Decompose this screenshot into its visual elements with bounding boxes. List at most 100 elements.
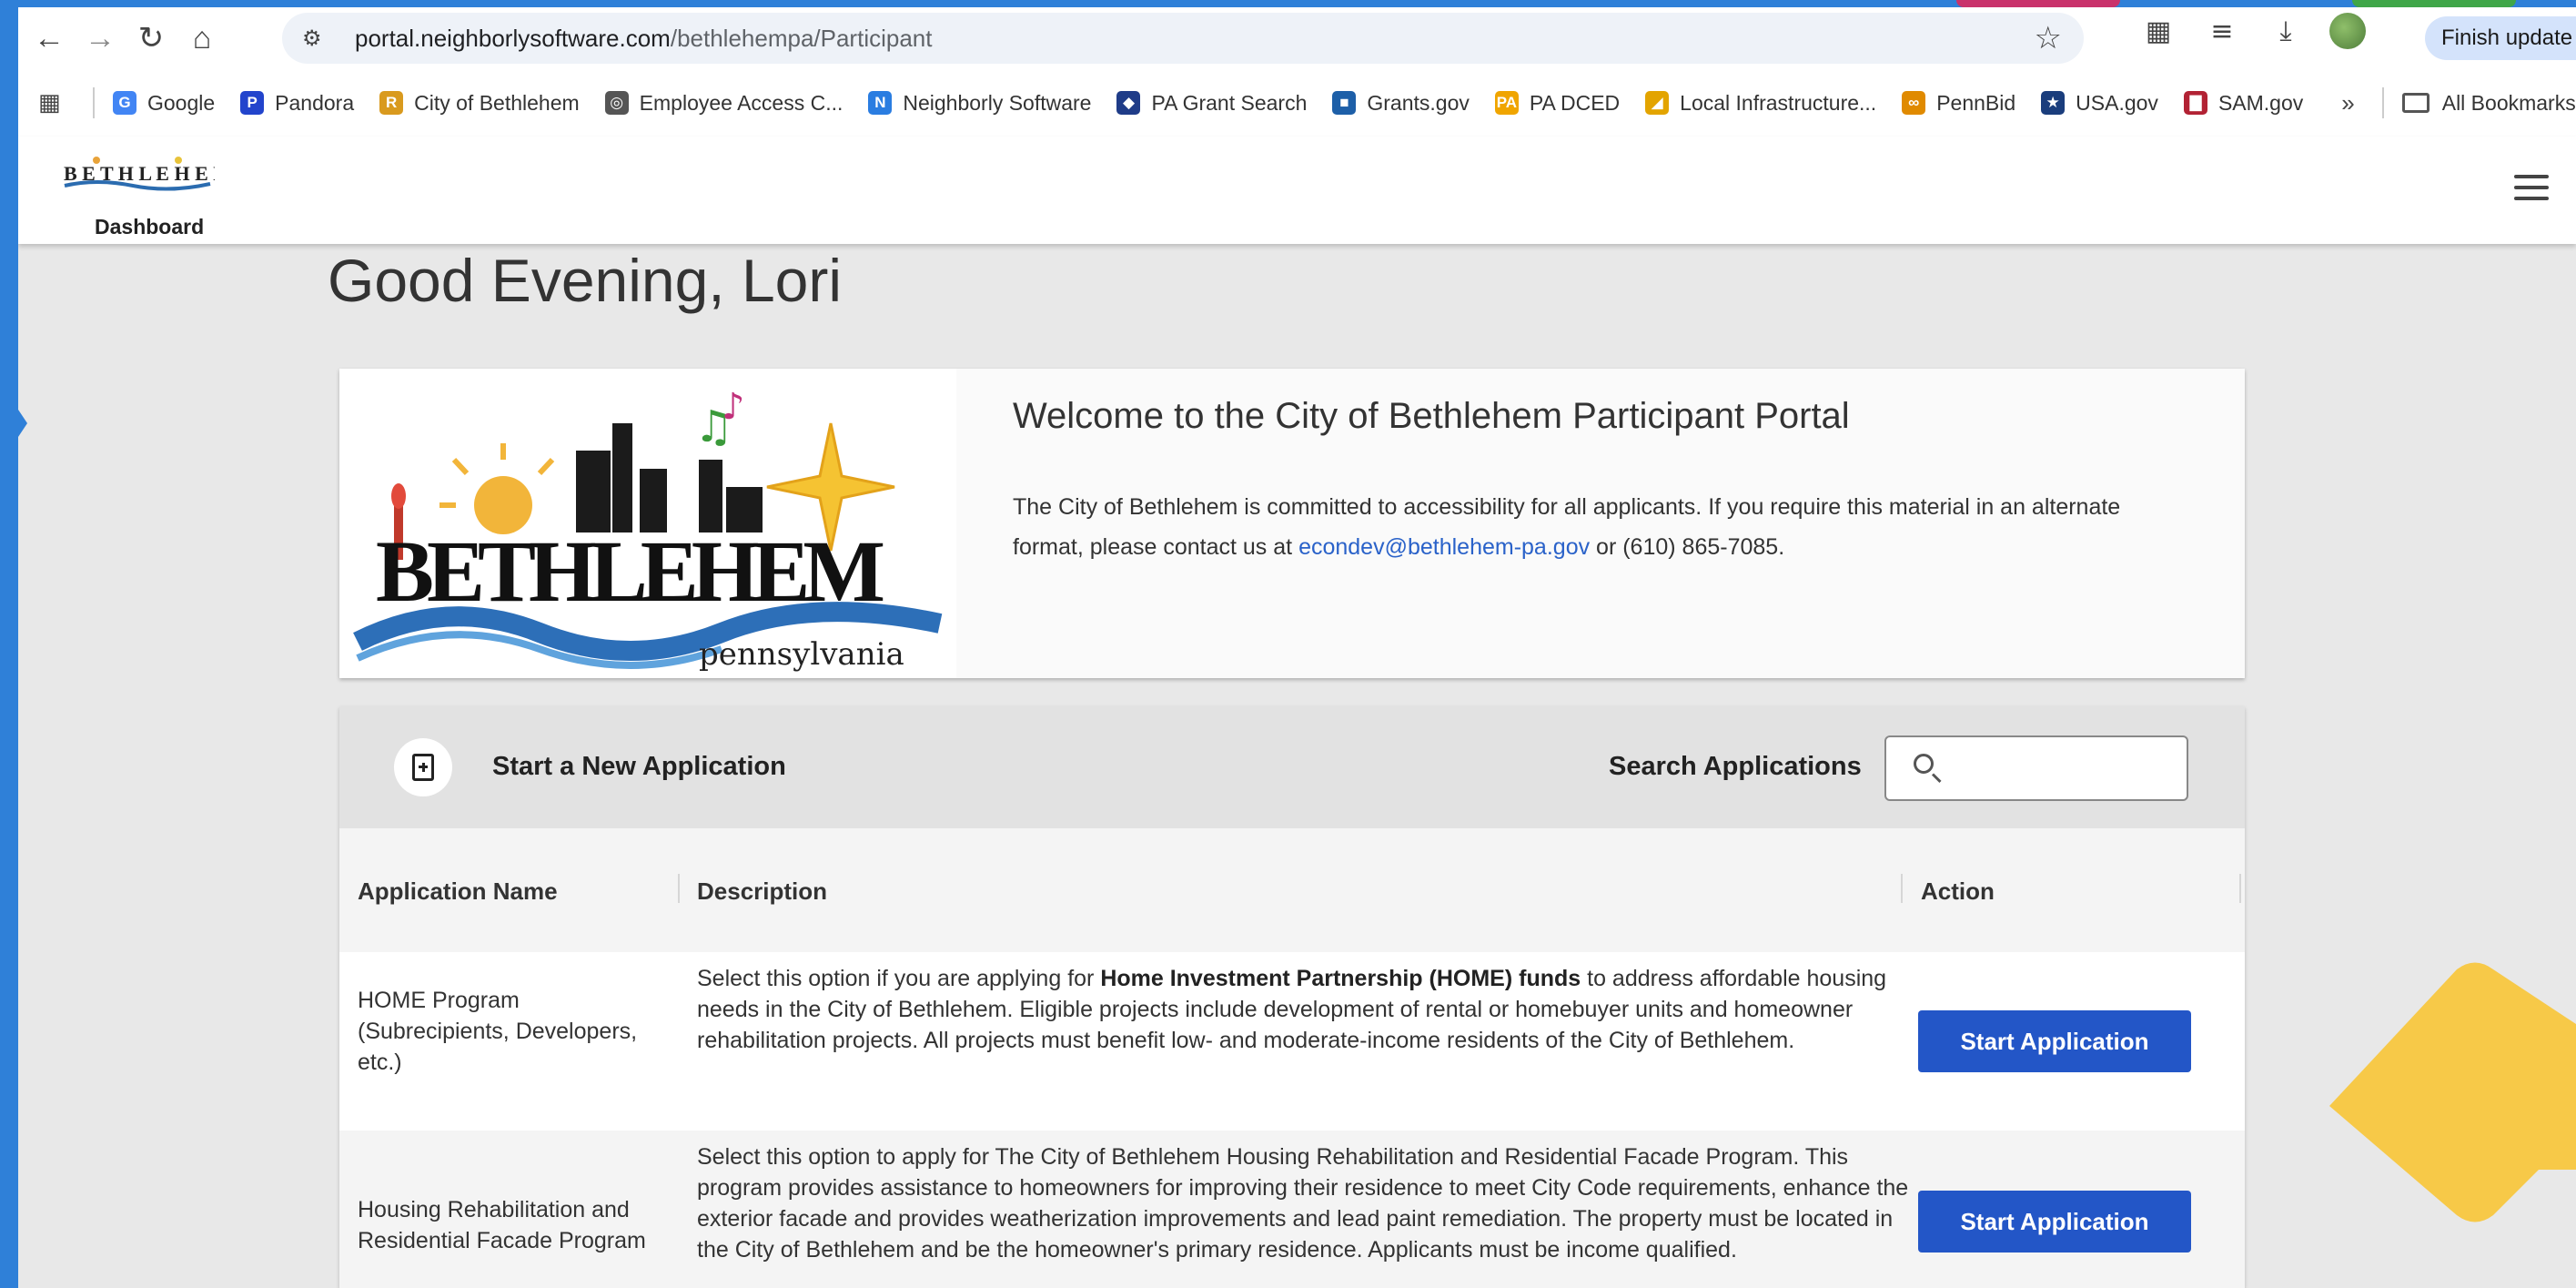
profile-avatar[interactable] [2329, 13, 2366, 49]
top-accent-pill-green [2352, 0, 2516, 7]
bookmark-item[interactable]: ■ Grants.gov [1332, 91, 1470, 116]
bookmark-item[interactable]: ◆ PA Grant Search [1116, 91, 1307, 116]
top-accent-pill-red [1956, 0, 2120, 7]
small-logo-text: B E T H L E H E M [64, 162, 215, 185]
description-bold-text: Home Investment Partnership (HOME) funds [1100, 966, 1581, 991]
bookmark-favicon-icon: PA [1494, 91, 1519, 115]
folder-icon [2401, 93, 2430, 113]
bookmark-item[interactable]: N Neighborly Software [868, 91, 1091, 116]
toolbar-actions: ▦ ≡ ⤓ [2138, 13, 2366, 49]
bookmark-favicon-icon: ★ [2041, 91, 2066, 115]
bookmark-item[interactable]: ∞ PennBid [1902, 91, 2015, 116]
contact-email-link[interactable]: econdev@bethlehem-pa.gov [1298, 534, 1590, 560]
all-bookmarks-folder[interactable]: All Bookmarks [2401, 90, 2576, 116]
applications-panel: Start a New Application Search Applicati… [339, 706, 2245, 1288]
bookmark-label: Grants.gov [1367, 90, 1470, 115]
hamburger-menu-icon[interactable] [2514, 175, 2549, 208]
bookmark-favicon-icon: R [379, 91, 404, 115]
download-icon[interactable]: ⤓ [2266, 15, 2306, 47]
svg-text:♪: ♪ [722, 386, 745, 428]
bethlehem-pennsylvania-logo: ♫ ♪ BETHLEHEM pennsylvania [339, 369, 956, 678]
bookmark-item[interactable]: PA PA DCED [1494, 91, 1620, 116]
bookmark-favicon-icon: N [868, 91, 893, 115]
address-url[interactable]: portal.neighborlysoftware.com/bethlehemp… [355, 25, 932, 53]
welcome-title: Welcome to the City of Bethlehem Partici… [1013, 396, 1850, 436]
bookmark-item[interactable]: ★ USA.gov [2041, 91, 2158, 116]
url-path: /bethlehempa/Participant [670, 24, 933, 52]
extensions-icon[interactable]: ▦ [2138, 15, 2178, 47]
application-description-cell: Select this option to apply for The City… [697, 1141, 1916, 1265]
greeting-heading: Good Evening, Lori [328, 247, 843, 314]
back-arrow-icon[interactable]: ← [24, 13, 75, 64]
all-bookmarks-label: All Bookmarks [2441, 90, 2576, 115]
new-application-icon[interactable] [394, 738, 452, 796]
column-divider [1901, 874, 1903, 903]
bookmark-label: Google [147, 90, 216, 115]
bookmark-list: G Google P Pandora R City of Bethlehem ◎ Employ… [113, 91, 2329, 116]
application-name-cell: HOME Program (Subrecipients, Developers,… [358, 988, 638, 1075]
description-text: Select this option if you are applying f… [697, 966, 1101, 991]
bookmark-favicon-icon: ◆ [1116, 91, 1141, 115]
application-description-cell: Select this option if you are applying f… [697, 963, 1916, 1056]
frame-top-border [0, 0, 2576, 7]
url-host: portal.neighborlysoftware.com [355, 24, 671, 52]
bookmark-label: USA.gov [2076, 90, 2158, 115]
browser-toolbar: ← → ↻ ⌂ ⚙ portal.neighborlysoftware.com/… [18, 7, 2576, 69]
bookmarks-separator [93, 87, 95, 118]
bookmark-label: PA Grant Search [1151, 90, 1308, 115]
start-application-button[interactable]: Start Application [1918, 1191, 2191, 1253]
table-header: Application Name Description Action [339, 828, 2245, 953]
apps-grid-icon[interactable]: ▦ [38, 89, 75, 117]
column-header-action[interactable]: Action [1921, 877, 1995, 906]
add-document-icon [412, 754, 434, 781]
bookmark-item[interactable]: ▇ SAM.gov [2183, 90, 2304, 116]
description-text: Select this option to apply for The City… [697, 1144, 1909, 1263]
bookmark-item[interactable]: ◎ Employee Access C... [604, 90, 844, 116]
bookmark-favicon-icon: ■ [1332, 91, 1357, 115]
bookmark-label: Neighborly Software [903, 90, 1092, 115]
bookmark-item[interactable]: G Google [113, 91, 215, 116]
start-new-application-link[interactable]: Start a New Application [492, 752, 786, 782]
column-divider [678, 874, 680, 903]
forward-arrow-icon[interactable]: → [75, 13, 126, 64]
bookmark-favicon-icon: ◎ [604, 91, 629, 115]
bookmark-item[interactable]: R City of Bethlehem [379, 91, 580, 116]
more-bookmarks-chevron-icon[interactable]: » [2341, 89, 2354, 117]
bookmark-label: City of Bethlehem [414, 90, 580, 115]
reload-icon[interactable]: ↻ [126, 13, 177, 64]
column-header-application-name[interactable]: Application Name [358, 877, 558, 906]
frame-arrow-notch [0, 382, 27, 464]
address-bar[interactable]: ⚙ portal.neighborlysoftware.com/bethlehe… [282, 13, 2084, 64]
applications-toolbar: Start a New Application Search Applicati… [339, 706, 2245, 828]
bookmark-item[interactable]: P Pandora [240, 91, 354, 116]
application-name-cell: Housing Rehabilitation and Residential F… [358, 1197, 646, 1253]
search-box[interactable] [1884, 735, 2188, 801]
bookmarks-separator [2381, 87, 2384, 118]
bookmark-favicon-icon: ∞ [1902, 91, 1926, 115]
home-icon[interactable]: ⌂ [177, 13, 227, 64]
bookmark-favicon-icon: G [113, 91, 136, 115]
frame-left-border [0, 0, 18, 1288]
bookmark-item[interactable]: ◢ Local Infrastructure... [1645, 91, 1876, 116]
bookmark-star-icon[interactable]: ☆ [2035, 20, 2062, 56]
logo-subtitle: pennsylvania [699, 636, 904, 673]
dashboard-label[interactable]: Dashboard [95, 215, 204, 239]
column-header-description[interactable]: Description [697, 877, 827, 906]
app-header: B E T H L E H E M Dashboard [18, 137, 2576, 244]
welcome-text-after: or (610) 865-7085. [1590, 534, 1785, 560]
bookmark-label: Pandora [275, 90, 355, 115]
bookmark-label: Local Infrastructure... [1680, 90, 1877, 115]
bookmark-favicon-icon: ▇ [2183, 91, 2207, 115]
search-input[interactable] [1950, 750, 2181, 788]
bookmark-label: SAM.gov [2217, 90, 2304, 115]
start-application-button[interactable]: Start Application [1918, 1010, 2191, 1072]
finish-update-button[interactable]: Finish update ⋮ [2425, 16, 2576, 60]
bookmarks-bar: ▦ G Google P Pandora R City of Bethlehem ◎ Empl… [18, 69, 2576, 137]
site-settings-icon[interactable]: ⚙ [302, 25, 338, 51]
bookmark-label: PennBid [1936, 90, 2016, 115]
bookmark-label: Employee Access C... [639, 90, 844, 115]
welcome-card: ♫ ♪ BETHLEHEM pennsylvania Welcome to th… [339, 369, 2245, 678]
welcome-text: The City of Bethlehem is committed to ac… [1013, 487, 2196, 567]
bethlehem-small-logo[interactable]: B E T H L E H E M [60, 153, 215, 193]
reading-list-icon[interactable]: ≡ [2202, 15, 2242, 47]
